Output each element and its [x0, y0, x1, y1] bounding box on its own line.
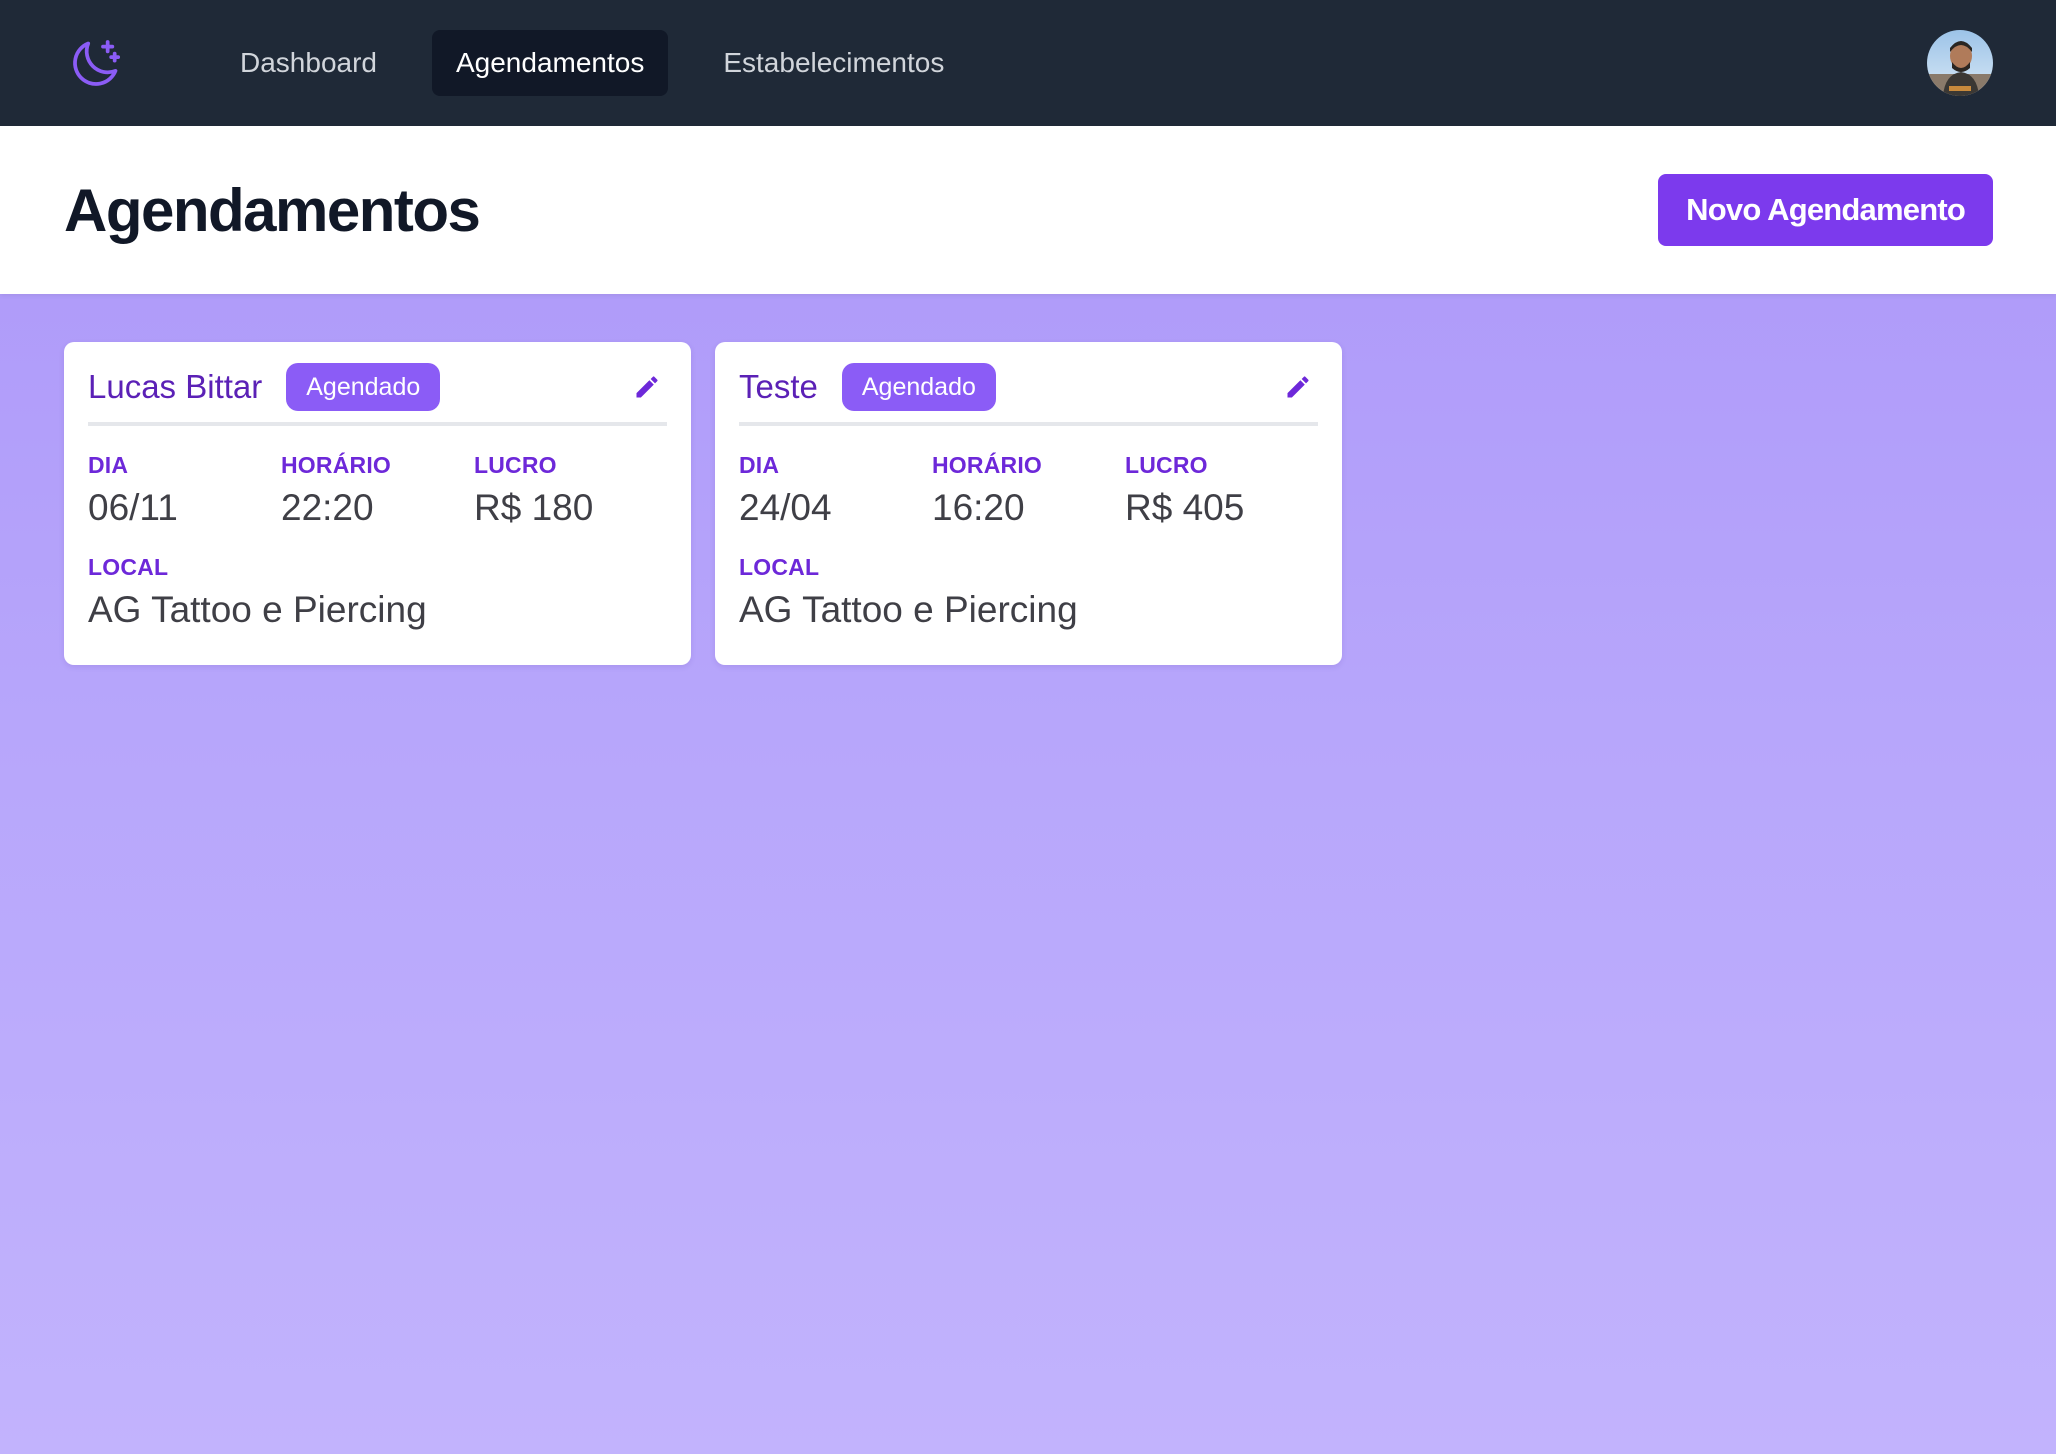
card-header: Teste Agendado	[739, 358, 1318, 426]
card-header: Lucas Bittar Agendado	[88, 358, 667, 426]
time-label: HORÁRIO	[932, 452, 1043, 478]
main-nav: Dashboard Agendamentos Estabelecimentos	[216, 30, 968, 96]
page-header: Agendamentos Novo Agendamento	[0, 126, 2056, 294]
client-name: Lucas Bittar	[88, 368, 263, 405]
appointment-card: Teste Agendado DIA 24/04 HORÁRIO 16:20 L…	[715, 342, 1342, 665]
info-row: DIA 06/11 HORÁRIO 22:20 LUCRO R$ 180	[88, 450, 667, 530]
user-avatar[interactable]	[1927, 30, 1993, 96]
nav-link-estabelecimentos[interactable]: Estabelecimentos	[699, 30, 968, 96]
status-badge: Agendado	[841, 363, 996, 411]
new-appointment-button[interactable]: Novo Agendamento	[1658, 174, 1993, 246]
time-field: HORÁRIO 16:20	[932, 450, 1125, 530]
day-field: DIA 06/11	[88, 450, 281, 530]
pencil-icon[interactable]	[627, 367, 667, 407]
time-label: HORÁRIO	[281, 452, 392, 478]
nav-link-agendamentos[interactable]: Agendamentos	[431, 30, 669, 96]
time-value: 22:20	[281, 487, 374, 528]
info-row: DIA 24/04 HORÁRIO 16:20 LUCRO R$ 405	[739, 450, 1318, 530]
location-value: AG Tattoo e Piercing	[739, 589, 1078, 630]
moon-sparkle-icon[interactable]	[64, 31, 128, 95]
profit-field: LUCRO R$ 180	[474, 450, 667, 530]
pencil-icon[interactable]	[1278, 367, 1318, 407]
day-value: 06/11	[88, 487, 178, 528]
status-badge: Agendado	[286, 363, 441, 411]
location-value: AG Tattoo e Piercing	[88, 589, 427, 630]
client-name: Teste	[739, 368, 818, 405]
profit-label: LUCRO	[1125, 452, 1208, 478]
day-field: DIA 24/04	[739, 450, 932, 530]
profit-value: R$ 405	[1125, 487, 1245, 528]
time-value: 16:20	[932, 487, 1025, 528]
location-field: LOCAL AG Tattoo e Piercing	[88, 552, 667, 632]
appointment-card: Lucas Bittar Agendado DIA 06/11 HORÁRIO …	[64, 342, 691, 665]
location-field: LOCAL AG Tattoo e Piercing	[739, 552, 1318, 632]
day-label: DIA	[88, 452, 129, 478]
top-navbar: Dashboard Agendamentos Estabelecimentos	[0, 0, 2056, 126]
time-field: HORÁRIO 22:20	[281, 450, 474, 530]
day-label: DIA	[739, 452, 780, 478]
location-label: LOCAL	[88, 554, 169, 580]
day-value: 24/04	[739, 487, 832, 528]
profit-field: LUCRO R$ 405	[1125, 450, 1318, 530]
location-label: LOCAL	[739, 554, 820, 580]
nav-link-dashboard[interactable]: Dashboard	[216, 30, 401, 96]
profit-label: LUCRO	[474, 452, 557, 478]
appointments-grid: Lucas Bittar Agendado DIA 06/11 HORÁRIO …	[0, 294, 2056, 665]
profit-value: R$ 180	[474, 487, 594, 528]
page-title: Agendamentos	[64, 176, 481, 244]
